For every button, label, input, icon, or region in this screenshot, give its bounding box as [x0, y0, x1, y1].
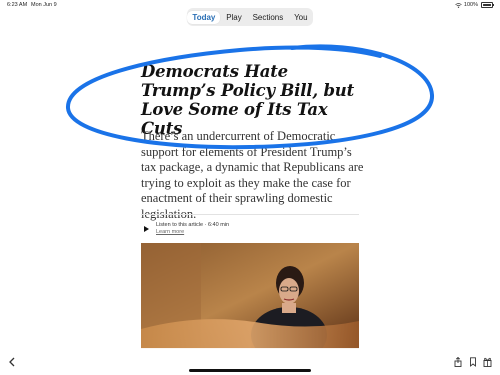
- status-time: 6:23 AM: [7, 2, 28, 8]
- status-indicators: 100%: [455, 2, 494, 8]
- divider: [141, 214, 359, 215]
- status-date: Mon Jun 9: [31, 2, 57, 8]
- tab-sections[interactable]: Sections: [248, 11, 289, 24]
- section-tabs: Today Play Sections You: [187, 8, 313, 26]
- battery-icon: [481, 2, 494, 8]
- listen-to-article[interactable]: Listen to this article · 6:40 min Learn …: [141, 220, 359, 238]
- article-summary: There’s an undercurrent of Democratic su…: [141, 129, 364, 221]
- tab-you[interactable]: You: [289, 11, 313, 24]
- bookmark-icon[interactable]: [469, 354, 477, 372]
- article-headline: Democrats Hate Trump’s Policy Bill, but …: [141, 62, 355, 138]
- audio-title: Listen to this article · 6:40 min: [156, 222, 230, 228]
- back-icon[interactable]: [8, 354, 16, 372]
- share-icon[interactable]: [454, 354, 462, 372]
- tab-today[interactable]: Today: [187, 10, 221, 24]
- battery-percent: 100%: [463, 2, 478, 8]
- gift-icon[interactable]: [483, 354, 492, 372]
- article-photo: [141, 243, 359, 349]
- learn-more-link[interactable]: Learn more: [156, 229, 184, 235]
- play-icon[interactable]: [144, 226, 149, 232]
- wifi-icon: [455, 3, 462, 8]
- bottom-toolbar: [0, 348, 500, 375]
- home-indicator[interactable]: [189, 369, 311, 372]
- tab-play[interactable]: Play: [221, 11, 247, 24]
